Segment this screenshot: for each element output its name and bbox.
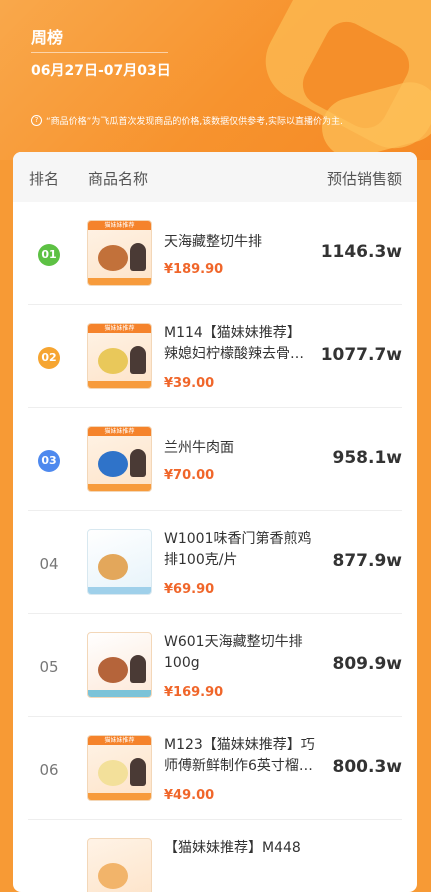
food-image <box>98 245 128 271</box>
estimated-sales: 809.9w <box>332 654 402 674</box>
food-image <box>98 863 128 889</box>
table-row[interactable]: 【猫妹妹推荐】M448 <box>13 820 417 892</box>
product-name-line: M123【猫妹妹推荐】巧 <box>164 737 315 753</box>
thumbnail-footer <box>88 278 151 285</box>
thumbnail-tag: 猫妹妹推荐 <box>88 324 151 333</box>
product-price: ¥39.00 <box>164 376 215 391</box>
food-image <box>98 760 128 786</box>
product-thumbnail[interactable]: 猫妹妹推荐 <box>87 426 152 492</box>
price-note: ? “商品价格”为飞瓜首次发现商品的价格,该数据仅供参考,实际以直播价为主. <box>31 114 343 127</box>
product-name[interactable]: 天海藏整切牛排 <box>164 232 324 253</box>
page-title: 周榜 <box>31 28 64 47</box>
table-row[interactable]: 01 猫妹妹推荐 天海藏整切牛排 ¥189.90 1146.3w <box>13 202 417 305</box>
product-name-line: 排100克/片 <box>164 552 238 568</box>
product-name[interactable]: W1001味香门第香煎鸡 排100克/片 <box>164 529 324 571</box>
host-image <box>130 243 146 271</box>
product-name[interactable]: 兰州牛肉面 <box>164 438 324 459</box>
food-image <box>98 554 128 580</box>
food-image <box>98 657 128 683</box>
table-row[interactable]: 02 猫妹妹推荐 M114【猫妹妹推荐】 辣媳妇柠檬酸辣去骨… ¥39.00 1… <box>13 305 417 408</box>
product-price: ¥70.00 <box>164 468 215 483</box>
product-thumbnail[interactable] <box>87 838 152 892</box>
estimated-sales: 1146.3w <box>320 242 402 262</box>
product-thumbnail[interactable] <box>87 529 152 595</box>
rank-number: 05 <box>39 658 59 676</box>
product-name-line: 【猫妹妹推荐】M448 <box>164 840 301 856</box>
rank-number: 04 <box>39 555 59 573</box>
column-estimated-sales[interactable]: 预估销售额 <box>327 168 402 189</box>
estimated-sales: 877.9w <box>332 551 402 571</box>
thumbnail-footer <box>88 587 151 594</box>
table-row[interactable]: 04 W1001味香门第香煎鸡 排100克/片 ¥69.90 877.9w <box>13 511 417 614</box>
price-note-text: “商品价格”为飞瓜首次发现商品的价格,该数据仅供参考,实际以直播价为主. <box>46 117 343 127</box>
estimated-sales: 958.1w <box>332 448 402 468</box>
host-image <box>130 655 146 683</box>
host-image <box>130 346 146 374</box>
product-name-line: M114【猫妹妹推荐】 <box>164 325 301 341</box>
rank-badge: 03 <box>38 450 60 472</box>
host-image <box>130 758 146 786</box>
thumbnail-footer <box>88 484 151 491</box>
product-name-line: 师傅新鲜制作6英寸榴… <box>164 758 313 774</box>
rank-badge: 01 <box>38 244 60 266</box>
question-icon[interactable]: ? <box>31 115 42 126</box>
product-name-line: W601天海藏整切牛排 <box>164 634 303 650</box>
host-image <box>130 449 146 477</box>
title-divider <box>31 52 168 53</box>
product-name[interactable]: W601天海藏整切牛排 100g <box>164 632 324 674</box>
product-thumbnail[interactable]: 猫妹妹推荐 <box>87 323 152 389</box>
column-rank: 排名 <box>29 170 60 188</box>
thumbnail-footer <box>88 381 151 388</box>
product-name[interactable]: M114【猫妹妹推荐】 辣媳妇柠檬酸辣去骨… <box>164 323 324 365</box>
product-name-line: 辣媳妇柠檬酸辣去骨… <box>164 346 304 362</box>
table-row[interactable]: 06 猫妹妹推荐 M123【猫妹妹推荐】巧 师傅新鲜制作6英寸榴… ¥49.00… <box>13 717 417 820</box>
thumbnail-tag: 猫妹妹推荐 <box>88 221 151 230</box>
thumbnail-tag: 猫妹妹推荐 <box>88 736 151 745</box>
thumbnail-footer <box>88 793 151 800</box>
product-price: ¥189.90 <box>164 262 224 277</box>
product-name-line: 100g <box>164 655 200 671</box>
date-range: 06月27日-07月03日 <box>31 63 171 79</box>
product-name-line: W1001味香门第香煎鸡 <box>164 531 312 547</box>
column-product-name: 商品名称 <box>88 170 149 188</box>
food-image <box>98 451 128 477</box>
table-row[interactable]: 03 猫妹妹推荐 兰州牛肉面 ¥70.00 958.1w <box>13 408 417 511</box>
food-image <box>98 348 128 374</box>
estimated-sales: 1077.7w <box>320 345 402 365</box>
ranking-card: 排名 商品名称 预估销售额 01 猫妹妹推荐 天海藏整切牛排 ¥189.90 1… <box>13 152 417 892</box>
table-row[interactable]: 05 W601天海藏整切牛排 100g ¥169.90 809.9w <box>13 614 417 717</box>
thumbnail-tag: 猫妹妹推荐 <box>88 427 151 436</box>
rank-badge: 02 <box>38 347 60 369</box>
product-price: ¥49.00 <box>164 788 215 803</box>
thumbnail-footer <box>88 690 151 697</box>
product-price: ¥69.90 <box>164 582 215 597</box>
header-banner: 周榜 06月27日-07月03日 ? “商品价格”为飞瓜首次发现商品的价格,该数… <box>0 0 431 160</box>
product-thumbnail[interactable]: 猫妹妹推荐 <box>87 220 152 286</box>
product-name-line: 天海藏整切牛排 <box>164 234 262 250</box>
table-header: 排名 商品名称 预估销售额 <box>13 152 417 202</box>
rank-number: 06 <box>39 761 59 779</box>
product-name[interactable]: M123【猫妹妹推荐】巧 师傅新鲜制作6英寸榴… <box>164 735 324 777</box>
estimated-sales: 800.3w <box>332 757 402 777</box>
product-thumbnail[interactable] <box>87 632 152 698</box>
product-name[interactable]: 【猫妹妹推荐】M448 <box>164 838 324 859</box>
product-price: ¥169.90 <box>164 685 224 700</box>
product-name-line: 兰州牛肉面 <box>164 440 234 456</box>
product-thumbnail[interactable]: 猫妹妹推荐 <box>87 735 152 801</box>
